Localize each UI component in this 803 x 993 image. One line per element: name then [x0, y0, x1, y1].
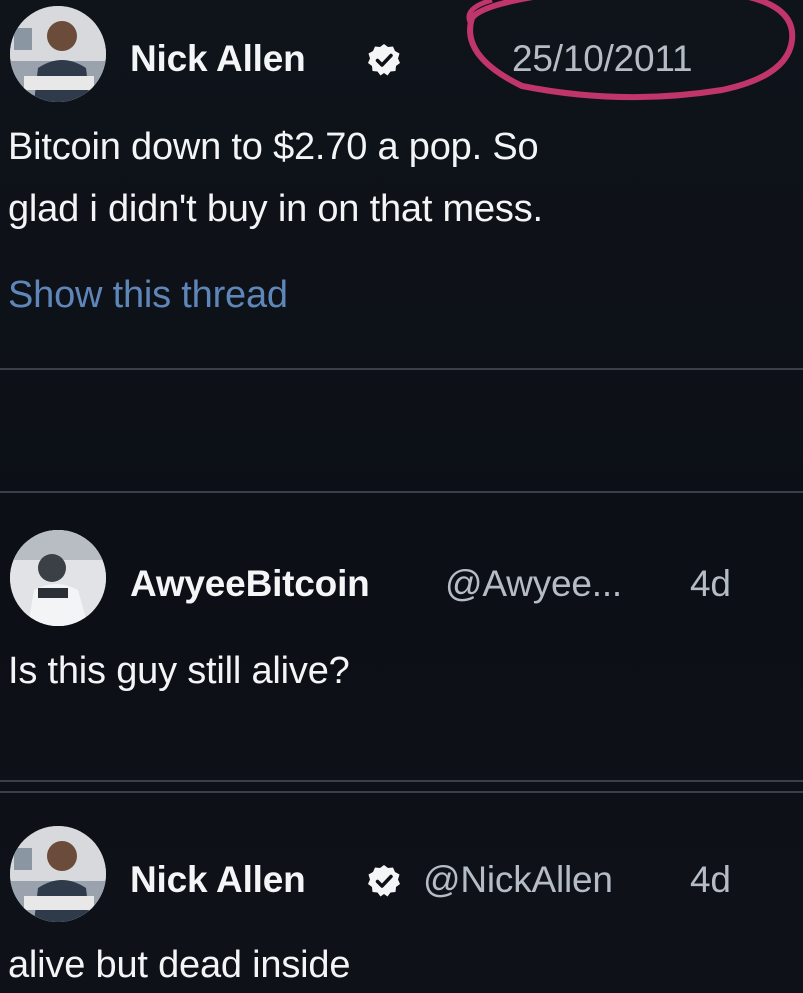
verified-badge-icon [368, 865, 400, 897]
author-name[interactable]: AwyeeBitcoin [130, 563, 370, 605]
tweet-text-line-1: Bitcoin down to $2.70 a pop. So [8, 126, 539, 168]
divider [0, 780, 803, 782]
avatar[interactable] [10, 530, 106, 626]
tweet-time[interactable]: 4d [690, 563, 731, 605]
avatar[interactable] [10, 6, 106, 102]
avatar[interactable] [10, 826, 106, 922]
divider [0, 368, 803, 370]
tweet-time[interactable]: 4d [690, 859, 731, 901]
author-handle[interactable]: @Awyee... [445, 563, 622, 605]
author-name[interactable]: Nick Allen [130, 38, 306, 80]
verified-badge-icon [368, 44, 400, 76]
tweet-text: Is this guy still alive? [8, 650, 350, 692]
tweet-text: alive but dead inside [8, 944, 351, 986]
tweet-card[interactable]: AwyeeBitcoin @Awyee... 4d Is this guy st… [0, 492, 803, 782]
author-name[interactable]: Nick Allen [130, 859, 306, 901]
tweet-card[interactable]: Nick Allen @NickAllen 4d alive but dead … [0, 792, 803, 992]
tweet-text-line-2: glad i didn't buy in on that mess. [8, 188, 543, 230]
tweet-card[interactable]: Nick Allen 25/10/2011 Bitcoin down to $2… [0, 0, 803, 370]
show-thread-link[interactable]: Show this thread [8, 274, 288, 317]
tweet-date[interactable]: 25/10/2011 [512, 38, 693, 80]
timeline: Nick Allen 25/10/2011 Bitcoin down to $2… [0, 0, 803, 992]
author-handle[interactable]: @NickAllen [423, 859, 613, 901]
